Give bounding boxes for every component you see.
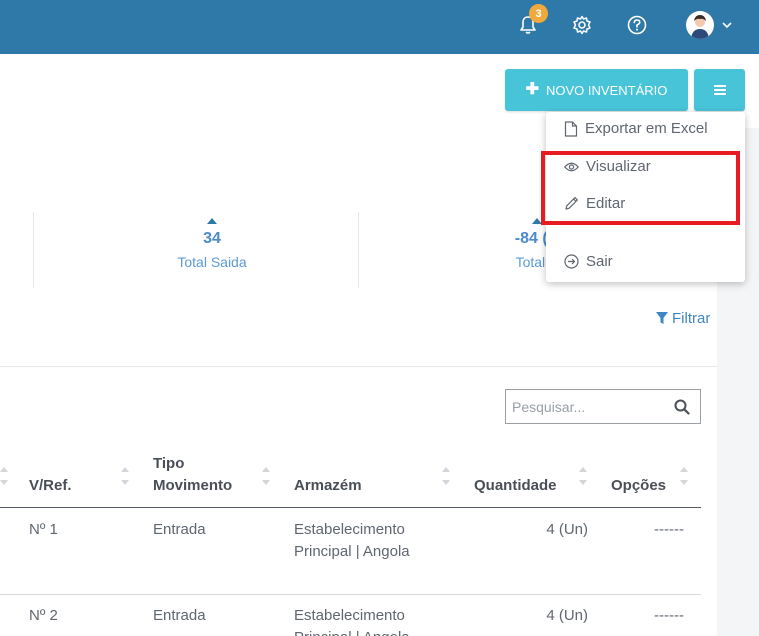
sort-icon[interactable] bbox=[262, 467, 270, 485]
gear-icon bbox=[573, 15, 591, 35]
cell-quantidade: 4 (Un) bbox=[546, 607, 588, 624]
cell-ref: Nº 1 bbox=[29, 521, 58, 538]
new-inventory-button[interactable]: ✚ NOVO INVENTÁRIO bbox=[505, 69, 688, 111]
menu-item-visualizar[interactable]: Visualizar bbox=[564, 158, 651, 175]
arrow-right-circle-icon bbox=[564, 254, 579, 269]
help-circle-icon bbox=[627, 15, 647, 35]
sort-icon[interactable] bbox=[442, 467, 450, 485]
cell-tipo: Entrada bbox=[153, 607, 206, 624]
cell-ref: Nº 2 bbox=[29, 607, 58, 624]
plus-icon: ✚ bbox=[525, 81, 540, 98]
cell-tipo: Entrada bbox=[153, 521, 206, 538]
cell-armazem: Estabelecimento Principal | Angola bbox=[294, 521, 410, 560]
file-icon bbox=[564, 120, 578, 137]
row-divider bbox=[0, 594, 701, 595]
cell-armazem: Estabelecimento Principal | Angola bbox=[294, 607, 410, 636]
sort-icon[interactable] bbox=[0, 467, 8, 485]
search-icon[interactable] bbox=[674, 399, 690, 420]
notifications-button[interactable]: 3 bbox=[511, 4, 548, 40]
menu-item-label: Editar bbox=[586, 195, 626, 212]
caret-up-icon bbox=[207, 218, 217, 224]
column-header-tipo-movimento[interactable]: Tipo Movimento bbox=[153, 453, 232, 497]
cell-opcoes: ------ bbox=[654, 607, 684, 624]
actions-dropdown-menu: Exportar em Excel Visualizar Editar Sair bbox=[546, 112, 745, 282]
search-input[interactable] bbox=[506, 398, 666, 415]
new-inventory-label: NOVO INVENTÁRIO bbox=[546, 82, 668, 98]
menu-item-label: Visualizar bbox=[586, 158, 651, 175]
filter-label: Filtrar bbox=[672, 310, 711, 327]
hamburger-icon bbox=[713, 85, 726, 95]
funnel-icon bbox=[656, 312, 668, 324]
eye-icon bbox=[564, 162, 579, 171]
user-menu[interactable] bbox=[678, 10, 740, 40]
actions-menu-button[interactable] bbox=[694, 69, 745, 111]
column-header-opcoes[interactable]: Opções bbox=[611, 475, 666, 497]
cell-opcoes: ------ bbox=[654, 521, 684, 538]
table-header-divider bbox=[0, 507, 701, 508]
help-button[interactable] bbox=[620, 10, 654, 40]
chevron-down-icon bbox=[722, 22, 732, 29]
pencil-icon bbox=[565, 197, 578, 210]
sort-icon[interactable] bbox=[680, 467, 688, 485]
sort-icon[interactable] bbox=[121, 467, 129, 485]
settings-button[interactable] bbox=[565, 10, 599, 40]
caret-up-icon bbox=[532, 218, 542, 224]
avatar bbox=[686, 11, 714, 39]
top-navbar: 3 bbox=[0, 0, 759, 54]
menu-item-export-excel[interactable]: Exportar em Excel bbox=[564, 120, 708, 137]
cell-quantidade: 4 (Un) bbox=[546, 521, 588, 538]
menu-item-sair[interactable]: Sair bbox=[564, 253, 613, 270]
menu-item-label: Sair bbox=[586, 253, 613, 270]
column-header-armazem[interactable]: Armazém bbox=[294, 475, 362, 497]
stats-divider bbox=[33, 212, 34, 288]
sort-icon[interactable] bbox=[579, 467, 587, 485]
column-header-quantidade[interactable]: Quantidade bbox=[474, 475, 557, 497]
stat-label: Total Saida bbox=[177, 254, 247, 270]
notification-badge: 3 bbox=[529, 4, 548, 23]
filter-button[interactable]: Filtrar bbox=[656, 310, 710, 327]
menu-item-label: Exportar em Excel bbox=[585, 120, 708, 137]
stat-value: 34 bbox=[203, 230, 221, 247]
user-avatar-icon bbox=[691, 15, 709, 39]
menu-item-editar[interactable]: Editar bbox=[564, 195, 625, 212]
search-box[interactable] bbox=[505, 389, 701, 424]
stats-divider bbox=[358, 212, 359, 288]
stat-total-saida: 34 Total Saida bbox=[112, 218, 312, 270]
column-header-ref[interactable]: V/Ref. bbox=[29, 475, 72, 497]
